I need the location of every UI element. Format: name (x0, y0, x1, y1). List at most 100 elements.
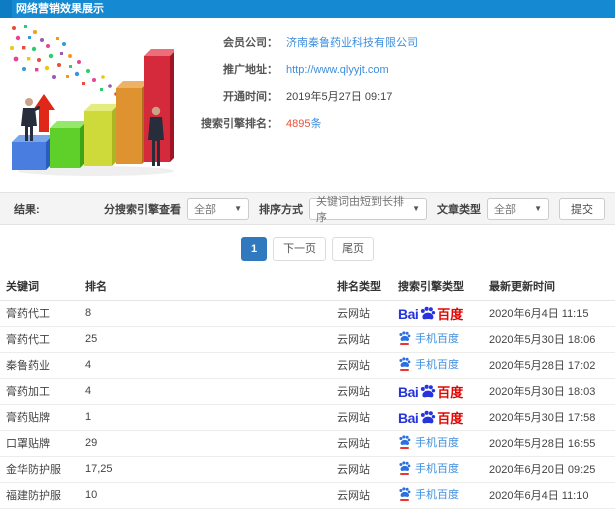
updated-cell: 2020年5月30日 18:06 (489, 326, 615, 353)
engine-cell: Bai 百度 (398, 300, 489, 327)
table-row: 秦鲁药业 4 云网站 手机百度 2020年5月28日 17:02 (0, 352, 615, 379)
rank-cell[interactable]: 8 (85, 300, 337, 327)
baidu-paw-icon (421, 306, 436, 319)
table-row: 膏药贴牌 1 云网站 Bai 百度 2020年5月30日 17:58 (0, 404, 615, 431)
header-engine-type: 搜索引擎类型 (398, 272, 489, 301)
pagination-last-button[interactable]: 尾页 (332, 236, 375, 261)
ranking-table: 关键词 排名 排名类型 搜索引擎类型 最新更新时间 膏药代工 8 云网站 Bai… (0, 272, 615, 520)
table-row: 膏药代工 8 云网站 Bai 百度 2020年6月4日 11:15 (0, 300, 615, 327)
updated-cell: 2020年6月4日 11:10 (489, 482, 615, 509)
submit-button[interactable]: 提交 (559, 197, 605, 220)
info-section: 会员公司： 济南秦鲁药业科技有限公司 推广地址： http://www.qlyyjt… (0, 18, 615, 192)
engine-cell: 手机百度 (398, 482, 489, 509)
filter-toolbar: 结果: 分搜索引擎查看 全部 ▼ 排序方式 关键词由短到长排序 ▼ 文章类型 全部 ▼… (0, 192, 615, 225)
engine-cell (398, 508, 489, 520)
table-row: 膏药代工 25 云网站 手机百度 2020年5月30日 18:06 (0, 326, 615, 353)
rank-cell[interactable]: 17,25 (85, 456, 337, 483)
keyword-cell: 口罩贴牌 (0, 430, 85, 457)
engine-cell: Bai 百度 (398, 378, 489, 405)
rank-cell[interactable]: 25 (85, 326, 337, 353)
promo-url-link[interactable]: http://www.qlyyjt.com (286, 64, 389, 76)
baidu-mobile-logo: 手机百度 (398, 486, 459, 502)
updated-cell (489, 508, 615, 520)
pagination-page-1[interactable]: 1 (240, 236, 268, 261)
updated-cell: 2020年6月20日 09:25 (489, 456, 615, 483)
baidu-pc-logo: Bai 百度 (398, 409, 464, 426)
rank-type-cell: 云网站 (337, 404, 398, 431)
table-row: 金华防护服 17,25 云网站 手机百度 2020年6月20日 09:25 (0, 456, 615, 483)
rank-type-cell: 云网站 (337, 300, 398, 327)
rank-cell[interactable]: 4 (85, 378, 337, 405)
keyword-cell: 膏药代工 (0, 300, 85, 327)
ranking-count-label: 搜索引擎排名： (201, 118, 278, 130)
rank-type-cell: 云网站 (337, 482, 398, 509)
table-row: 福建防护服 10 云网站 手机百度 2020年6月4日 11:10 (0, 482, 615, 509)
chevron-down-icon: ▼ (534, 204, 542, 213)
rank-type-cell: 云网站 (337, 430, 398, 457)
rank-cell[interactable]: 4 (85, 352, 337, 379)
baidu-mobile-logo: 手机百度 (398, 330, 459, 346)
toolbar-controls: 分搜索引擎查看 全部 ▼ 排序方式 关键词由短到长排序 ▼ 文章类型 全部 ▼ 提交 (100, 196, 605, 224)
keyword-cell: 膏药代工 (0, 326, 85, 353)
ranking-count-unit[interactable]: 条 (310, 118, 321, 130)
rank-type-cell: 云网站 (337, 378, 398, 405)
result-label: 结果: (14, 203, 40, 216)
engine-filter-label: 分搜索引擎查看 (104, 203, 181, 216)
baidu-mobile-paw-icon (398, 486, 411, 502)
engine-cell: 手机百度 (398, 326, 489, 353)
rank-cell[interactable]: 29 (85, 430, 337, 457)
header-keyword: 关键词 (0, 272, 85, 301)
keyword-cell: 膏药贴牌 (0, 404, 85, 431)
pagination-next-button[interactable]: 下一页 (273, 236, 327, 261)
engine-cell: 手机百度 (398, 456, 489, 483)
engine-cell: Bai 百度 (398, 404, 489, 431)
table-row: 口罩贴牌 29 云网站 手机百度 2020年5月28日 16:55 (0, 430, 615, 457)
baidu-paw-icon (421, 384, 436, 397)
rank-type-cell: 云网站 (337, 352, 398, 379)
info-row-company: 会员公司： 济南秦鲁药业科技有限公司 (170, 30, 418, 57)
updated-cell: 2020年5月30日 17:58 (489, 404, 615, 431)
article-type-value: 全部 (494, 203, 516, 216)
updated-cell: 2020年6月4日 11:15 (489, 300, 615, 327)
confetti-dots (10, 25, 118, 96)
open-time-label: 开通时间： (223, 91, 278, 103)
rank-type-cell: 云网站 (337, 326, 398, 353)
company-link[interactable]: 济南秦鲁药业科技有限公司 (286, 37, 418, 49)
info-row-url: 推广地址： http://www.qlyyjt.com (170, 57, 418, 84)
company-label: 会员公司： (223, 37, 278, 49)
baidu-mobile-logo: 手机百度 (398, 356, 459, 372)
baidu-mobile-paw-icon (398, 460, 411, 476)
engine-cell: 手机百度 (398, 352, 489, 379)
chevron-down-icon: ▼ (234, 204, 242, 213)
rank-type-cell (337, 508, 398, 520)
bar-chart-illustration (10, 25, 174, 176)
engine-filter-value: 全部 (194, 203, 216, 216)
info-fields: 会员公司： 济南秦鲁药业科技有限公司 推广地址： http://www.qlyyjt… (170, 30, 418, 138)
table-header-row: 关键词 排名 排名类型 搜索引擎类型 最新更新时间 (0, 272, 615, 301)
keyword-cell (0, 508, 85, 520)
keyword-cell: 秦鲁药业 (0, 352, 85, 379)
engine-cell: 手机百度 (398, 430, 489, 457)
chevron-down-icon: ▼ (412, 204, 420, 213)
baidu-pc-logo: Bai 百度 (398, 305, 464, 322)
rank-type-cell: 云网站 (337, 456, 398, 483)
keyword-cell: 福建防护服 (0, 482, 85, 509)
table-row: 膏药加工 4 云网站 Bai 百度 2020年5月30日 18:03 (0, 378, 615, 405)
open-time-value: 2019年5月27日 09:17 (286, 91, 393, 103)
rank-cell[interactable]: 1 (85, 404, 337, 431)
engine-filter-select[interactable]: 全部 ▼ (187, 197, 249, 220)
updated-cell: 2020年5月28日 16:55 (489, 430, 615, 457)
titlebar: 网络营销效果展示 (0, 0, 615, 18)
header-rank-type: 排名类型 (337, 272, 398, 301)
baidu-mobile-logo: 手机百度 (398, 460, 459, 476)
article-type-select[interactable]: 全部 ▼ (487, 197, 549, 220)
marketing-effect-page: 网络营销效果展示 会员公司： 济南秦鲁药业科技有限公司 推广地址： http:/… (0, 0, 615, 520)
rank-cell[interactable]: 10 (85, 482, 337, 509)
keyword-cell: 膏药加工 (0, 378, 85, 405)
header-rank: 排名 (85, 272, 337, 301)
updated-cell: 2020年5月30日 18:03 (489, 378, 615, 405)
baidu-mobile-paw-icon (398, 356, 411, 372)
sort-select[interactable]: 关键词由短到长排序 ▼ (309, 196, 427, 224)
rank-cell (85, 508, 337, 520)
pagination: 1 下一页 尾页 (0, 225, 615, 272)
